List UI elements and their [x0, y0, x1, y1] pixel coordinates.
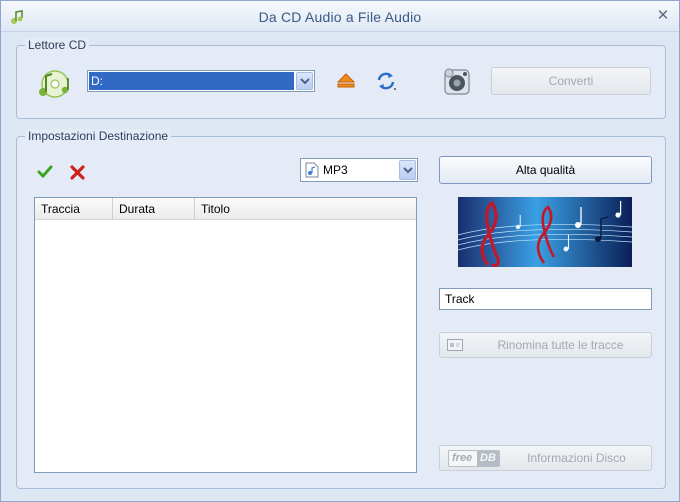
disc-info-button[interactable]: free DB Informazioni Disco	[439, 445, 652, 471]
drive-select[interactable]: D:	[87, 70, 315, 92]
chevron-down-icon	[403, 167, 413, 174]
format-dropdown-button[interactable]	[399, 160, 416, 180]
chevron-down-icon	[300, 78, 310, 85]
check-icon[interactable]	[37, 164, 53, 180]
track-list-header: Traccia Durata Titolo	[35, 198, 416, 220]
format-select-value: MP3	[323, 163, 348, 177]
rename-icon	[447, 339, 463, 351]
convert-button-label: Converti	[548, 74, 594, 88]
high-quality-button[interactable]: Alta qualità	[439, 156, 652, 184]
destination-group-label: Impostazioni Destinazione	[25, 129, 172, 143]
close-icon: ✕	[656, 7, 670, 24]
app-window: Da CD Audio a File Audio ✕ Lettore CD D:	[0, 0, 680, 502]
format-select[interactable]: MP3	[300, 158, 418, 182]
freedb-logo: free DB	[448, 450, 500, 467]
rename-all-tracks-button[interactable]: Rinomina tutte le tracce	[439, 332, 652, 358]
audio-file-icon	[305, 162, 319, 178]
music-cd-icon	[39, 70, 69, 98]
eject-icon[interactable]	[335, 72, 357, 90]
drive-select-value: D:	[89, 72, 294, 90]
window-title: Da CD Audio a File Audio	[258, 9, 422, 25]
titlebar: Da CD Audio a File Audio ✕	[1, 1, 679, 32]
column-header-title[interactable]: Titolo	[195, 198, 414, 220]
x-icon[interactable]	[70, 165, 85, 180]
drive-dropdown-button[interactable]	[296, 72, 313, 90]
freedb-logo-free: free	[452, 452, 473, 464]
destination-settings-group: Impostazioni Destinazione MP3 Alta quali…	[16, 129, 666, 489]
refresh-icon[interactable]	[375, 70, 397, 92]
close-button[interactable]: ✕	[655, 8, 671, 24]
track-list-table[interactable]: Traccia Durata Titolo	[34, 197, 417, 473]
freedb-logo-db: DB	[477, 451, 499, 466]
speaker-icon	[444, 68, 470, 95]
track-name-input[interactable]	[439, 288, 652, 310]
high-quality-button-label: Alta qualità	[515, 163, 576, 177]
cd-player-group-label: Lettore CD	[25, 38, 90, 52]
music-notes-image	[458, 197, 632, 267]
rename-button-label: Rinomina tutte le tracce	[497, 338, 624, 352]
cd-player-group: Lettore CD D: Converti	[16, 38, 666, 119]
column-header-duration[interactable]: Durata	[113, 198, 195, 220]
convert-button[interactable]: Converti	[491, 67, 651, 95]
column-header-track[interactable]: Traccia	[35, 198, 113, 220]
